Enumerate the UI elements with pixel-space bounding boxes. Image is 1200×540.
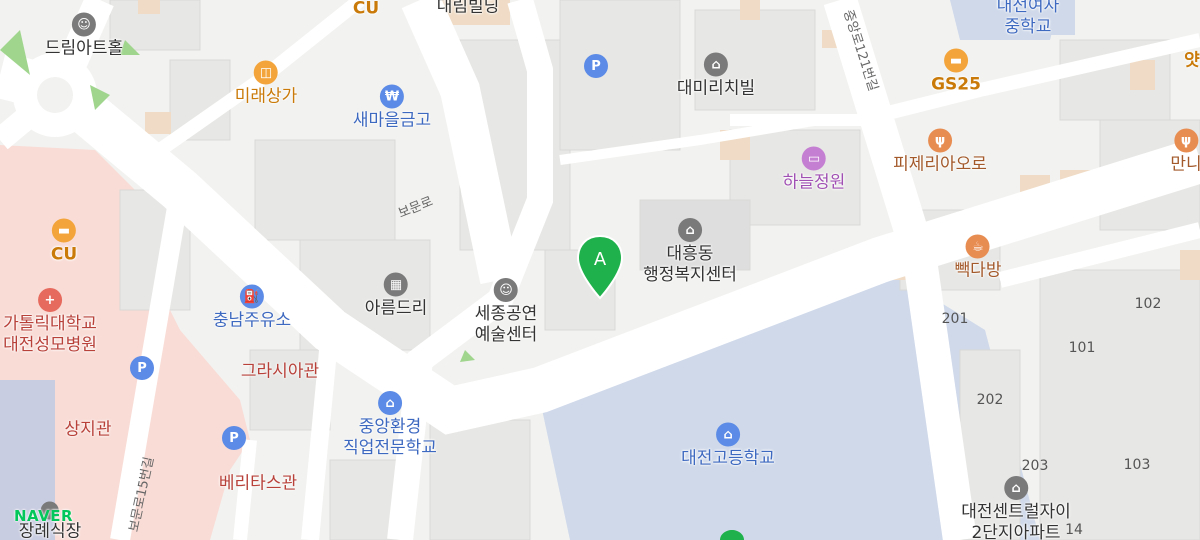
apartment-icon: ⌂: [1003, 476, 1028, 500]
poi-areumdeuri[interactable]: ▦ 아름드리: [364, 272, 428, 320]
government-icon: ⌂: [678, 218, 702, 242]
restaurant-icon: ψ: [1174, 128, 1198, 153]
poi-daejeon-central-xi[interactable]: ⌂ 대전센트럴자이 2단지아파트: [961, 476, 1071, 540]
poi-dream-art-hall[interactable]: ☺ 드림아트홀: [44, 12, 124, 60]
poi-label: GS25: [931, 74, 981, 95]
school-icon: ⌂: [716, 422, 740, 447]
poi-haneul-jeongwon[interactable]: ▭ 하늘정원: [782, 146, 846, 194]
shopping-bag-icon: ◫: [254, 60, 278, 85]
poi-label: CU: [50, 244, 78, 265]
location-marker-a[interactable]: A: [576, 234, 624, 300]
marker-label: A: [594, 249, 607, 270]
poi-label: 대전여자 중학교: [996, 0, 1060, 37]
bank-icon: ₩: [379, 84, 404, 109]
building-number: 101: [1068, 340, 1096, 356]
building-number: 14: [1065, 522, 1083, 538]
restaurant-icon: ψ: [928, 128, 952, 153]
poi-chungnam-gas[interactable]: ⛽ 충남주유소: [212, 284, 292, 332]
poi-label: 대전고등학교: [681, 448, 775, 469]
poi-saemaeul-geumgo[interactable]: ₩ 새마을금고: [352, 84, 432, 132]
building-number: 103: [1123, 457, 1151, 473]
building-number: 201: [941, 311, 969, 327]
apartment-icon: ▦: [384, 272, 408, 297]
poi-veritas-gwan[interactable]: 베리타스관: [219, 469, 297, 494]
poi-parking-bottom[interactable]: P: [222, 426, 246, 450]
parking-icon: P: [222, 426, 246, 450]
gas-station-icon: ⛽: [239, 284, 264, 309]
poi-gracia-gwan[interactable]: 그라시아관: [241, 357, 319, 382]
poi-catholic-hospital[interactable]: + 가톨릭대학교 대전성모병원: [3, 288, 97, 356]
poi-label: 대미리치빌: [676, 78, 756, 99]
poi-label: 만니: [1170, 154, 1200, 175]
poi-mirae-sangga[interactable]: ◫ 미래상가: [234, 60, 298, 108]
poi-label: 빽다방: [954, 260, 1002, 281]
convenience-store-icon: ▬: [943, 48, 968, 73]
poi-label: 대전센트럴자이 2단지아파트: [961, 502, 1071, 540]
theater-mask-icon: ☺: [71, 12, 96, 37]
poi-gs25[interactable]: ▬ GS25: [931, 48, 981, 96]
building-number: 202: [976, 392, 1004, 408]
poi-label: 세종공연 예술센터: [474, 304, 538, 345]
poi-parking-left[interactable]: P: [130, 356, 154, 380]
cafe-icon: ☕: [965, 234, 990, 259]
poi-label: 대림빌딩: [436, 0, 500, 17]
poi-label: 중앙환경 직업전문학교: [343, 417, 437, 458]
poi-daemiri-chibil[interactable]: ⌂ 대미리치빌: [676, 52, 756, 100]
poi-parking-top[interactable]: P: [584, 54, 608, 78]
poi-label: 새마을금고: [352, 110, 432, 131]
poi-label: 드림아트홀: [44, 38, 124, 59]
poi-daejeon-high[interactable]: ⌂ 대전고등학교: [681, 422, 775, 470]
naver-logo: NAVER: [14, 507, 74, 525]
poi-sejong-arts-center[interactable]: ☺ 세종공연 예술센터: [474, 278, 538, 346]
hospital-icon: +: [38, 288, 62, 312]
hotel-icon: ▭: [802, 146, 826, 171]
school-icon: ⌂: [378, 391, 402, 415]
poi-cu-left[interactable]: ▬ CU: [50, 218, 78, 266]
poi-ppakdabang[interactable]: ☕ 빽다방: [954, 234, 1002, 282]
poi-daeheung-welfare[interactable]: ⌂ 대흥동 행정복지센터: [643, 218, 737, 286]
poi-daejeon-girls-middle[interactable]: 대전여자 중학교: [997, 0, 1060, 38]
poi-label: 피제리아오로: [893, 154, 987, 175]
poi-pizzeria-oro[interactable]: ψ 피제리아오로: [893, 128, 987, 176]
poi-manni-partial[interactable]: ψ 만니: [1170, 128, 1200, 176]
parking-icon: P: [130, 356, 154, 380]
poi-cu-top[interactable]: CU: [353, 0, 379, 20]
theater-mask-icon: ☺: [494, 278, 518, 302]
poi-yat-partial[interactable]: 얏: [1184, 46, 1200, 71]
parking-icon: P: [584, 54, 608, 78]
poi-sangji-gwan[interactable]: 상지관: [65, 415, 112, 440]
building-number: 203: [1021, 458, 1049, 474]
partial-marker[interactable]: [718, 530, 746, 540]
building-icon: ⌂: [703, 52, 728, 77]
poi-label: 대흥동 행정복지센터: [643, 244, 737, 285]
poi-label: 하늘정원: [782, 172, 846, 193]
map-canvas[interactable]: ☺ 드림아트홀 CU 대림빌딩 P ⌂ 대미리치빌 대전여자 중학교 ▬ GS2…: [0, 0, 1200, 540]
convenience-store-icon: ▬: [52, 218, 76, 243]
poi-label: CU: [352, 0, 380, 19]
poi-daerim-building[interactable]: 대림빌딩: [437, 0, 500, 18]
building-number: 102: [1134, 296, 1162, 312]
poi-label: 아름드리: [364, 298, 428, 319]
poi-label: 미래상가: [234, 86, 298, 107]
poi-label: 충남주유소: [212, 310, 292, 331]
poi-jungang-env-school[interactable]: ⌂ 중앙환경 직업전문학교: [343, 391, 437, 459]
poi-label: 가톨릭대학교 대전성모병원: [3, 314, 97, 355]
